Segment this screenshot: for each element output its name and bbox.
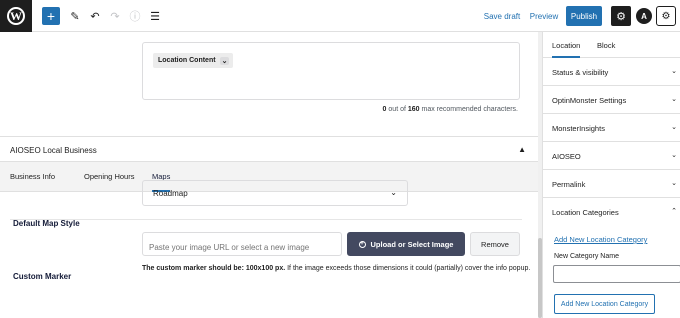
panel-label: MonsterInsights xyxy=(552,124,605,133)
panel-label: Permalink xyxy=(552,180,586,189)
character-counter: 0 out of 160 max recommended characters. xyxy=(383,106,518,113)
marker-url-input[interactable] xyxy=(142,232,342,256)
aioseo-icon[interactable]: A xyxy=(636,8,652,24)
details-info-icon[interactable]: ⓘ xyxy=(126,5,144,27)
panel-label: Location Categories xyxy=(552,208,619,217)
monsterinsights-icon[interactable]: ⚙ xyxy=(656,6,676,26)
chevron-down-icon: ⌄ xyxy=(671,68,677,75)
chevron-down-icon: ⌄ xyxy=(671,96,677,103)
save-draft-button[interactable]: Save draft xyxy=(482,5,522,27)
add-block-button[interactable]: + xyxy=(42,7,60,25)
panel-permalink[interactable]: Permalink ⌄ xyxy=(543,170,680,198)
panel-optinmonster[interactable]: OptinMonster Settings ⌄ xyxy=(543,86,680,114)
list-view-icon[interactable]: ☰ xyxy=(146,5,164,27)
publish-button[interactable]: Publish xyxy=(566,6,602,26)
map-style-select[interactable]: Roadmap ⌄ xyxy=(142,180,408,206)
upload-button-label: Upload or Select Image xyxy=(370,239,454,249)
chevron-down-icon: ⌄ xyxy=(390,188,397,197)
add-new-category-button[interactable]: Add New Location Category xyxy=(554,294,655,314)
chevron-down-icon: ⌄ xyxy=(671,180,677,187)
preview-button[interactable]: Preview xyxy=(528,5,560,27)
settings-gear-icon[interactable]: ⚙ xyxy=(611,6,631,26)
upload-icon: + xyxy=(358,240,366,248)
chevron-down-icon[interactable]: ⌄ xyxy=(219,56,230,65)
char-count: 0 xyxy=(382,106,387,113)
panel-status-visibility[interactable]: Status & visibility ⌄ xyxy=(543,58,680,86)
redo-icon[interactable]: ↷ xyxy=(106,5,124,27)
note-bold: The custom marker should be: 100x100 px. xyxy=(142,265,286,272)
editor-main: Location Content ⌄ 0 out of 160 max reco… xyxy=(0,32,538,318)
chevron-down-icon: ⌄ xyxy=(671,152,677,159)
local-business-metabox-header[interactable]: AIOSEO Local Business ▲ xyxy=(0,136,538,162)
settings-sidebar: Location Block Status & visibility ⌄ Opt… xyxy=(542,32,680,318)
new-category-input[interactable] xyxy=(553,265,680,283)
marker-size-note: The custom marker should be: 100x100 px.… xyxy=(142,262,532,276)
collapse-arrow-icon[interactable]: ▲ xyxy=(518,145,526,154)
map-style-label: Default Map Style xyxy=(13,219,80,228)
sidebar-tabs: Location Block xyxy=(543,32,680,58)
custom-marker-label: Custom Marker xyxy=(13,272,72,281)
add-new-category-link[interactable]: Add New Location Category xyxy=(554,235,647,244)
panel-label: AIOSEO xyxy=(552,152,581,161)
undo-icon[interactable]: ↶ xyxy=(86,5,104,27)
tab-location[interactable]: Location xyxy=(552,41,581,58)
wordpress-logo-button[interactable]: W xyxy=(0,0,32,32)
tab-business-info[interactable]: Business Info xyxy=(10,172,55,181)
note-text: If the image exceeds those dimensions it… xyxy=(285,265,531,272)
wordpress-logo-icon: W xyxy=(7,7,25,25)
upload-image-button[interactable]: + Upload or Select Image xyxy=(347,232,465,256)
panel-label: OptinMonster Settings xyxy=(552,96,627,105)
edit-tools-icon[interactable]: ✎ xyxy=(66,5,84,27)
panel-monsterinsights[interactable]: MonsterInsights ⌄ xyxy=(543,114,680,142)
tab-opening-hours[interactable]: Opening Hours xyxy=(84,172,134,181)
tab-block[interactable]: Block xyxy=(597,41,615,50)
chevron-down-icon: ⌄ xyxy=(671,124,677,131)
char-max: 160 xyxy=(407,106,420,113)
panel-label: Status & visibility xyxy=(552,68,609,77)
row-divider xyxy=(10,219,522,220)
location-content-tag[interactable]: Location Content ⌄ xyxy=(153,53,234,68)
location-content-label: Location Content xyxy=(158,57,216,64)
map-style-value: Roadmap xyxy=(153,189,188,198)
new-category-label: New Category Name xyxy=(554,253,619,260)
remove-image-button[interactable]: Remove xyxy=(470,232,520,256)
panel-aioseo[interactable]: AIOSEO ⌄ xyxy=(543,142,680,170)
editor-toolbar: W + ✎ ↶ ↷ ⓘ ☰ Save draft Preview Publish… xyxy=(0,0,680,32)
char-tail: max recommended characters. xyxy=(421,106,518,113)
location-content-block[interactable]: Location Content ⌄ xyxy=(142,42,520,100)
panel-location-categories[interactable]: Location Categories ⌃ xyxy=(543,198,680,226)
char-suffix: out of xyxy=(388,106,406,113)
chevron-up-icon: ⌃ xyxy=(671,208,677,215)
metabox-title: AIOSEO Local Business xyxy=(10,146,97,155)
